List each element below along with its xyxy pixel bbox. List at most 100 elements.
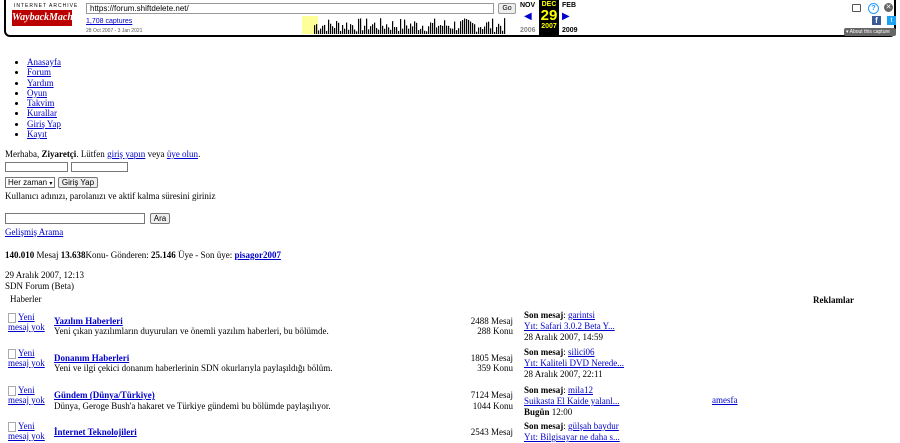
nav-link-games[interactable]: Oyun	[27, 88, 47, 98]
forum-last-post: Son mesaj: garintsi Yıt: Safari 3.0.2 Be…	[524, 310, 615, 342]
forum-post-count: 1805 Mesaj	[470, 353, 513, 363]
last-post-date: 12:00	[551, 407, 573, 417]
stat-posts: 140.010	[5, 250, 35, 260]
wayback-url-input[interactable]: https://forum.shiftdelete.net/	[86, 3, 494, 14]
nav-item-register: Kayıt	[27, 129, 61, 139]
stat-posts-label: Mesaj	[36, 250, 59, 260]
nav-item-help: Yardım	[27, 78, 61, 88]
forum-description: Yeni çıkan yazılımların duyuruları ve ön…	[54, 326, 329, 336]
login-hint: Kullanıcı adınızı, parolanızı ve aktif k…	[5, 191, 216, 201]
stat-members-label: Üye - Son üye:	[177, 250, 233, 260]
remember-select[interactable]: Her zaman ▾	[5, 177, 55, 188]
help-icon[interactable]: ?	[868, 3, 879, 14]
wayback-logo[interactable]: INTERNET ARCHIVE WaybackMachine	[12, 3, 86, 33]
last-post-label: Son mesaj	[524, 310, 564, 320]
last-post-topic[interactable]: Suikasta El Kaide yalanl...	[524, 396, 619, 406]
last-member-link[interactable]: pisagor2007	[234, 250, 281, 260]
nav-link-calendar[interactable]: Takvim	[27, 98, 54, 108]
forum-status-icon: Yeni mesaj yok	[8, 422, 52, 441]
forum-status-icon: Yeni mesaj yok	[8, 349, 52, 368]
nav-link-help[interactable]: Yardım	[27, 78, 54, 88]
username-field[interactable]	[5, 162, 68, 172]
nav-item-games: Oyun	[27, 88, 61, 98]
login-greeting: Merhaba, Ziyaretçi. Lütfen giriş yapın v…	[5, 149, 200, 159]
remember-value: Her zaman	[8, 178, 48, 187]
nav-link-rules[interactable]: Kurallar	[27, 108, 57, 118]
nav-link-register[interactable]: Kayıt	[27, 129, 47, 139]
nav-item-calendar: Takvim	[27, 98, 61, 108]
forum-stats: 140.010 Mesaj 13.638Konu- Gönderen: 25.1…	[5, 250, 281, 260]
close-icon[interactable]: ✕	[884, 3, 893, 12]
nav-item-login: Giriş Yap	[27, 119, 61, 129]
forum-topic-count: 1044 Konu	[472, 401, 513, 411]
main-nav: Anasayfa Forum Yardım Oyun Takvim Kurall…	[7, 57, 61, 139]
forum-post-count: 7124 Mesaj	[470, 390, 513, 400]
last-post-user[interactable]: mila12	[568, 385, 593, 395]
last-post-label: Son mesaj	[524, 347, 564, 357]
last-post-user[interactable]: garintsi	[568, 310, 595, 320]
prev-capture-icon[interactable]: ◀	[524, 11, 532, 22]
login-button[interactable]: Giriş Yap	[58, 177, 98, 188]
last-post-date: 28 Aralık 2007, 14:59	[524, 332, 603, 342]
search-input[interactable]	[5, 213, 145, 224]
greeting-or: veya	[147, 149, 165, 159]
forum-status-icon: Yeni mesaj yok	[8, 386, 52, 405]
login-icon[interactable]	[852, 4, 861, 12]
forum-title-link[interactable]: Gündem (Dünya/Türkiye)	[54, 390, 155, 400]
next-year-label[interactable]: 2009	[562, 27, 578, 34]
nav-item-rules: Kurallar	[27, 108, 61, 118]
last-post-topic[interactable]: Yıt: Safari 3.0.2 Beta Y...	[524, 321, 615, 331]
prev-year-label[interactable]: 2006	[520, 27, 536, 34]
twitter-icon[interactable]: t	[887, 16, 896, 25]
forum-title-link[interactable]: İnternet Teknolojileri	[54, 427, 137, 437]
forum-description: Yeni ve ilgi çekici donanım haberlerinin…	[54, 363, 333, 373]
nav-item-home: Anasayfa	[27, 57, 61, 67]
ads-header: Reklamlar	[813, 295, 854, 305]
nav-link-home[interactable]: Anasayfa	[27, 57, 61, 67]
section-header: Haberler	[10, 294, 42, 304]
guest-name: Ziyaretçi	[41, 149, 77, 159]
forum-last-post: Son mesaj: silici06 Yıt: Kaliteli DVD Ne…	[524, 347, 624, 379]
captures-link[interactable]: 1,708 captures	[86, 18, 132, 25]
forum-post-count: 2543 Mesaj	[470, 427, 513, 437]
logo-archive-text: INTERNET ARCHIVE	[14, 3, 79, 9]
last-post-today: Bugün	[524, 407, 550, 417]
login-link[interactable]: giriş yapın	[107, 149, 145, 159]
current-day: 29	[540, 7, 558, 24]
forum-title-link[interactable]: Yazılım Haberleri	[54, 316, 123, 326]
forum-title: SDN Forum (Beta)	[5, 281, 74, 291]
last-post-user[interactable]: gülşah baydur	[568, 421, 619, 431]
current-date: 29 Aralık 2007, 12:13	[5, 270, 84, 280]
last-post-topic[interactable]: Yıt: Kaliteli DVD Nerede...	[524, 358, 624, 368]
ad-link[interactable]: amesfa	[712, 395, 737, 405]
nav-link-login[interactable]: Giriş Yap	[27, 119, 61, 129]
about-capture-button[interactable]: ▾ About this capture	[844, 28, 896, 36]
forum-topic-count: 359 Konu	[477, 363, 513, 373]
password-field[interactable]	[71, 162, 128, 172]
facebook-icon[interactable]: f	[872, 16, 881, 25]
register-link[interactable]: üye olun	[167, 149, 198, 159]
forum-topic-count: 288 Konu	[477, 326, 513, 336]
prev-month-label[interactable]: NOV	[520, 2, 535, 9]
next-month-label[interactable]: FEB	[562, 2, 576, 9]
last-post-date: 28 Aralık 2007, 22:11	[524, 369, 603, 379]
next-capture-icon[interactable]: ▶	[562, 11, 570, 22]
last-post-user[interactable]: silici06	[568, 347, 595, 357]
forum-last-post: Son mesaj: gülşah baydur Yıt: Bilgisayar…	[524, 421, 620, 442]
last-post-topic[interactable]: Yıt: Bilgisayar ne daha s...	[524, 432, 620, 442]
stat-topics-label: Konu- Gönderen:	[85, 250, 149, 260]
wayback-go-button[interactable]: Go	[498, 3, 516, 14]
current-capture-date: DEC 29 2007	[539, 0, 559, 36]
greeting-prefix: Merhaba,	[5, 149, 40, 159]
forum-status-icon: Yeni mesaj yok	[8, 313, 52, 332]
search-button[interactable]: Ara	[150, 213, 170, 224]
chevron-down-icon: ▾	[49, 181, 53, 187]
nav-link-forum[interactable]: Forum	[27, 67, 51, 77]
last-post-label: Son mesaj	[524, 385, 564, 395]
captures-range: 28 Oct 2007 - 3 Jan 2021	[86, 28, 143, 34]
greeting-period: .	[198, 149, 201, 159]
forum-title-link[interactable]: Donanım Haberleri	[54, 353, 129, 363]
captures-sparkline[interactable]	[152, 16, 506, 34]
stat-topics: 13.638	[60, 250, 86, 260]
advanced-search-link[interactable]: Gelişmiş Arama	[5, 227, 63, 237]
